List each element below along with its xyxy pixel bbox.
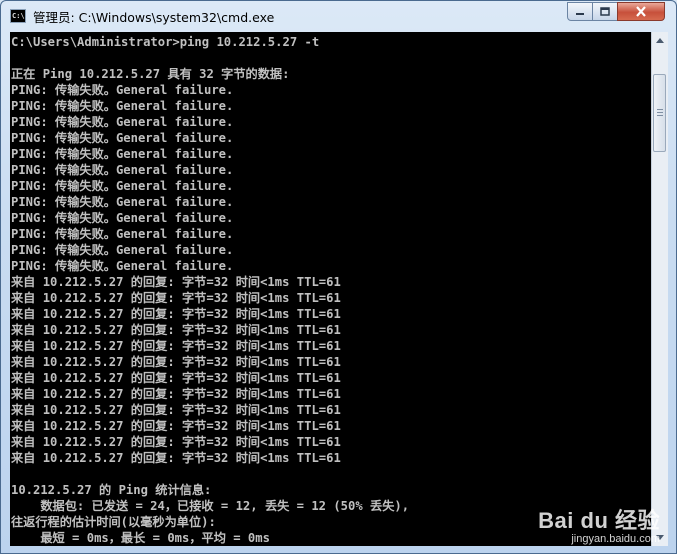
console-line: 最短 = 0ms，最长 = 0ms，平均 = 0ms xyxy=(11,531,270,545)
console-line: 来自 10.212.5.27 的回复: 字节=32 时间<1ms TTL=61 xyxy=(11,291,341,305)
console-line: 10.212.5.27 的 Ping 统计信息: xyxy=(11,483,212,497)
console-line: PING: 传输失败。General failure. xyxy=(11,179,234,193)
console-line: 数据包: 已发送 = 24，已接收 = 12, 丢失 = 12 (50% 丢失)… xyxy=(11,499,410,513)
vertical-scrollbar[interactable] xyxy=(651,32,668,546)
console-line: 来自 10.212.5.27 的回复: 字节=32 时间<1ms TTL=61 xyxy=(11,419,341,433)
cmd-window: C:\ 管理员: C:\Windows\system32\cmd.exe C:\… xyxy=(0,0,677,554)
console-line: 来自 10.212.5.27 的回复: 字节=32 时间<1ms TTL=61 xyxy=(11,403,341,417)
console-line: 来自 10.212.5.27 的回复: 字节=32 时间<1ms TTL=61 xyxy=(11,275,341,289)
title-bar[interactable]: C:\ 管理员: C:\Windows\system32\cmd.exe xyxy=(1,1,676,32)
minimize-button[interactable] xyxy=(567,2,593,21)
console-line: PING: 传输失败。General failure. xyxy=(11,147,234,161)
maximize-icon xyxy=(600,7,610,16)
scroll-up-button[interactable] xyxy=(652,32,668,49)
console-line: 来自 10.212.5.27 的回复: 字节=32 时间<1ms TTL=61 xyxy=(11,387,341,401)
console-line: PING: 传输失败。General failure. xyxy=(11,195,234,209)
console-line: 正在 Ping 10.212.5.27 具有 32 字节的数据: xyxy=(11,67,290,81)
console-line: PING: 传输失败。General failure. xyxy=(11,211,234,225)
console-line: 来自 10.212.5.27 的回复: 字节=32 时间<1ms TTL=61 xyxy=(11,339,341,353)
minimize-icon xyxy=(576,12,584,15)
console-line: 往返行程的估计时间(以毫秒为单位): xyxy=(11,515,216,529)
console-line: 来自 10.212.5.27 的回复: 字节=32 时间<1ms TTL=61 xyxy=(11,451,341,465)
close-button[interactable] xyxy=(617,2,665,21)
scrollbar-thumb[interactable] xyxy=(653,74,666,152)
console-line: PING: 传输失败。General failure. xyxy=(11,163,234,177)
maximize-button[interactable] xyxy=(592,2,618,21)
arrow-down-icon xyxy=(656,535,664,540)
console-line: C:\Users\Administrator>ping 10.212.5.27 … xyxy=(11,35,320,49)
arrow-up-icon xyxy=(656,38,664,43)
console-line: PING: 传输失败。General failure. xyxy=(11,83,234,97)
cmd-app-icon[interactable]: C:\ xyxy=(10,9,26,23)
console-line: 来自 10.212.5.27 的回复: 字节=32 时间<1ms TTL=61 xyxy=(11,355,341,369)
console-line: PING: 传输失败。General failure. xyxy=(11,243,234,257)
close-icon xyxy=(636,6,646,17)
console-line: PING: 传输失败。General failure. xyxy=(11,115,234,129)
console-output[interactable]: C:\Users\Administrator>ping 10.212.5.27 … xyxy=(10,32,651,546)
console-line: PING: 传输失败。General failure. xyxy=(11,227,234,241)
console-line: PING: 传输失败。General failure. xyxy=(11,99,234,113)
console-line: 来自 10.212.5.27 的回复: 字节=32 时间<1ms TTL=61 xyxy=(11,323,341,337)
console-line: PING: 传输失败。General failure. xyxy=(11,259,234,273)
scroll-down-button[interactable] xyxy=(652,529,668,546)
console-line: 来自 10.212.5.27 的回复: 字节=32 时间<1ms TTL=61 xyxy=(11,371,341,385)
console-line: 来自 10.212.5.27 的回复: 字节=32 时间<1ms TTL=61 xyxy=(11,307,341,321)
window-title: 管理员: C:\Windows\system32\cmd.exe xyxy=(33,10,275,25)
console-line: PING: 传输失败。General failure. xyxy=(11,131,234,145)
console-line: 来自 10.212.5.27 的回复: 字节=32 时间<1ms TTL=61 xyxy=(11,435,341,449)
console-text: C:\Users\Administrator>ping 10.212.5.27 … xyxy=(10,32,651,546)
